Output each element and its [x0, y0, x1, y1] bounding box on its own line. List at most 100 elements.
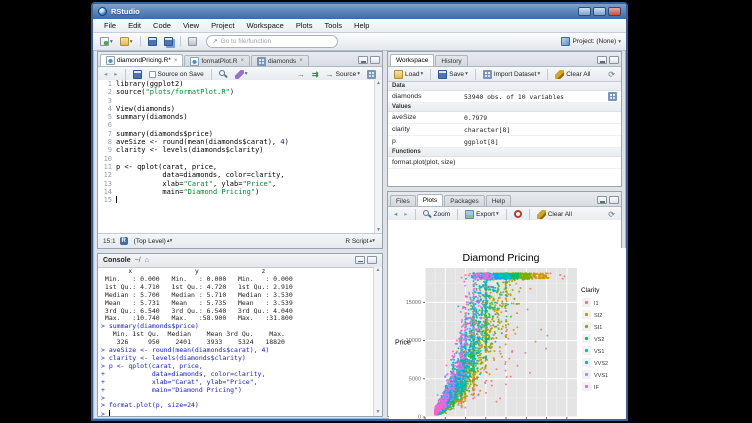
- previous-plot-button[interactable]: ◂: [392, 209, 399, 219]
- export-plot-button[interactable]: Export▾: [463, 209, 501, 220]
- pane-buttons: [597, 56, 619, 66]
- editor-scrollbar[interactable]: ▲▼: [374, 80, 382, 234]
- save-button[interactable]: [146, 36, 159, 47]
- toolbar-separator: [211, 69, 212, 80]
- line-number: 10: [98, 155, 116, 163]
- nav-forward-button[interactable]: ▸: [112, 69, 119, 79]
- clear-plots-button[interactable]: Clear All: [535, 209, 574, 220]
- refresh-plot-button[interactable]: ⟳: [606, 209, 617, 220]
- window-close-button[interactable]: [608, 7, 621, 16]
- tab-plots[interactable]: Plots: [417, 194, 443, 206]
- refresh-icon: ⟳: [608, 70, 615, 79]
- new-file-button[interactable]: ▾: [98, 36, 115, 47]
- goto-file-input[interactable]: ↗ Go to file/function: [206, 35, 338, 48]
- tab-files[interactable]: Files: [390, 195, 416, 206]
- line-number: 5: [98, 113, 116, 121]
- workspace-object-row[interactable]: claritycharacter[8]: [388, 124, 621, 136]
- menu-workspace[interactable]: Workspace: [241, 20, 288, 31]
- scroll-up-icon[interactable]: ▲: [374, 267, 382, 274]
- menu-file[interactable]: File: [99, 20, 121, 31]
- zoom-plot-button[interactable]: Zoom: [421, 209, 453, 220]
- open-file-button[interactable]: ▾: [118, 36, 135, 47]
- code-editor[interactable]: 1library(ggplot2)2source("plots/formatPl…: [98, 80, 382, 234]
- tab-diamondpricingr[interactable]: diamondPricing.R*×: [100, 54, 183, 66]
- source-editor-pane: diamondPricing.R*×formatPlot.R×diamonds×…: [97, 51, 383, 249]
- code-tools-button[interactable]: ▾: [233, 69, 250, 80]
- menu-plots[interactable]: Plots: [291, 20, 318, 31]
- home-icon: ⌂: [145, 256, 149, 265]
- tab-workspace[interactable]: Workspace: [390, 54, 434, 66]
- menu-tools[interactable]: Tools: [320, 20, 348, 31]
- line-number: 9: [98, 146, 116, 154]
- workspace-object-row[interactable]: pggplot[8]: [388, 136, 621, 148]
- maximize-pane-button[interactable]: [609, 196, 619, 204]
- tab-help[interactable]: Help: [486, 195, 511, 206]
- close-tab-icon[interactable]: ×: [240, 58, 244, 64]
- editor-save-button[interactable]: [131, 69, 144, 80]
- source-run-icon: →: [326, 70, 334, 79]
- window-maximize-button[interactable]: [593, 7, 606, 16]
- line-number: 14: [98, 188, 116, 196]
- window-minimize-button[interactable]: [578, 7, 591, 16]
- scroll-down-icon[interactable]: ▼: [374, 409, 382, 416]
- print-button[interactable]: [186, 36, 199, 47]
- line-number: 7: [98, 130, 116, 138]
- close-tab-icon[interactable]: ×: [299, 58, 303, 64]
- scroll-up-icon[interactable]: ▲: [375, 80, 382, 87]
- nav-back-button[interactable]: ◂: [102, 69, 109, 79]
- view-data-icon[interactable]: [608, 92, 617, 101]
- toolbar-separator: [140, 36, 141, 47]
- project-menu[interactable]: Project: (None) ▾: [561, 37, 621, 46]
- minimize-pane-button[interactable]: [358, 56, 368, 64]
- doc-type-selector[interactable]: R Script▴▾: [343, 237, 377, 246]
- menu-help[interactable]: Help: [349, 20, 374, 31]
- rerun-button[interactable]: ⇉: [310, 69, 321, 80]
- console-scrollbar[interactable]: ▲▼: [373, 267, 382, 416]
- maximize-pane-button[interactable]: [370, 56, 380, 64]
- right-column: WorkspaceHistory Load▾ Save▾ Import Data…: [387, 51, 622, 417]
- refresh-button[interactable]: ⟳: [606, 69, 617, 80]
- toolbar-separator: [529, 209, 530, 220]
- next-plot-button[interactable]: ▸: [402, 209, 409, 219]
- minimize-pane-button[interactable]: [597, 196, 607, 204]
- console-header[interactable]: Console ~/ ⌂: [98, 254, 382, 268]
- tab-formatplotr[interactable]: formatPlot.R×: [184, 55, 250, 66]
- find-button[interactable]: [217, 69, 230, 80]
- save-workspace-button[interactable]: Save▾: [436, 69, 470, 80]
- chevron-down-icon: ▾: [496, 211, 499, 217]
- close-tab-icon[interactable]: ×: [174, 58, 178, 64]
- maximize-pane-button[interactable]: [367, 256, 377, 264]
- line-number: 1: [98, 80, 116, 88]
- scope-selector[interactable]: (Top Level)▴▾: [132, 237, 175, 246]
- object-name: aveSize: [392, 114, 464, 121]
- zoom-label: Zoom: [434, 211, 451, 218]
- console-output[interactable]: x y z Min. : 0.000 Min. : 0.000 Min. : 0…: [98, 267, 374, 416]
- save-icon: [133, 70, 142, 79]
- workspace-object-row[interactable]: diamonds53940 obs. of 10 variables: [388, 91, 621, 103]
- tab-diamonds[interactable]: diamonds×: [251, 55, 309, 66]
- menu-project[interactable]: Project: [206, 20, 239, 31]
- minimize-pane-button[interactable]: [355, 256, 365, 264]
- menu-edit[interactable]: Edit: [123, 20, 146, 31]
- save-icon: [148, 37, 157, 46]
- code-token: "plots/formatPlot.R": [146, 88, 230, 96]
- import-dataset-button[interactable]: Import Dataset▾: [481, 69, 542, 80]
- show-in-new-window-button[interactable]: [365, 69, 378, 80]
- source-on-save-checkbox[interactable]: Source on Save: [147, 70, 206, 79]
- code-token: ): [230, 88, 234, 96]
- save-all-button[interactable]: [162, 36, 175, 47]
- clear-all-button[interactable]: Clear All: [553, 69, 592, 80]
- menu-code[interactable]: Code: [148, 20, 176, 31]
- maximize-pane-button[interactable]: [609, 56, 619, 64]
- window-titlebar[interactable]: RStudio: [93, 4, 626, 19]
- tab-packages[interactable]: Packages: [444, 195, 485, 206]
- source-button[interactable]: →Source▾: [324, 69, 362, 80]
- menu-view[interactable]: View: [178, 20, 204, 31]
- tab-history[interactable]: History: [435, 55, 467, 66]
- load-workspace-button[interactable]: Load▾: [392, 69, 425, 80]
- remove-plot-button[interactable]: [512, 209, 524, 219]
- run-line-button[interactable]: →: [295, 69, 307, 80]
- minimize-pane-button[interactable]: [597, 56, 607, 64]
- workspace-object-row[interactable]: aveSize0.7979: [388, 112, 621, 124]
- workspace-object-row[interactable]: format.plot(plot, size): [388, 157, 621, 169]
